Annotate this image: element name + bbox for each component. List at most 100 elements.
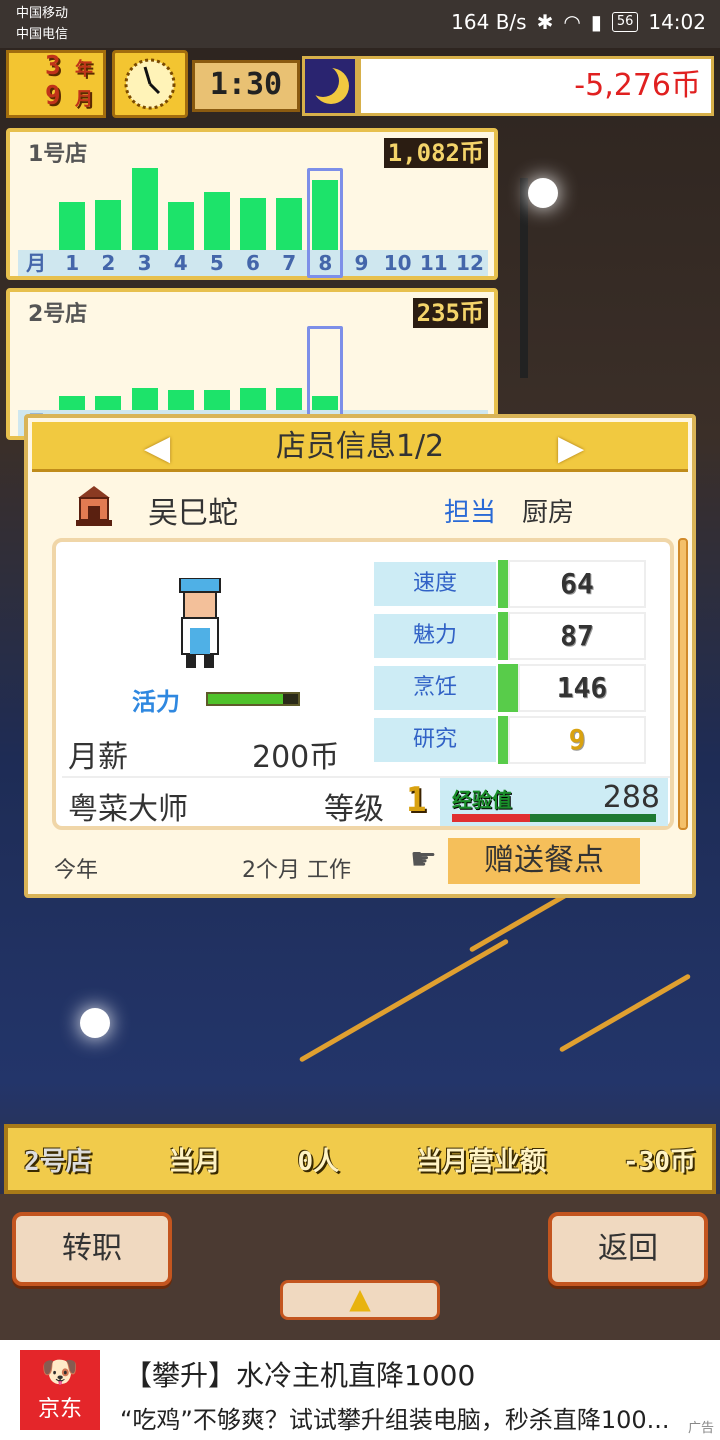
ad-tag: 广告 (687, 1421, 714, 1436)
lamp-light (80, 1008, 110, 1038)
gift-meal-button[interactable]: 赠送餐点 (448, 838, 640, 884)
chef-avatar (176, 577, 224, 670)
bluetooth-icon: ✱ (536, 10, 554, 34)
shop-icon (72, 484, 116, 528)
store-2-name: 2号店 (28, 302, 88, 327)
pointing-hand-icon: ☛ (410, 842, 437, 877)
axis-tick: 5 (209, 251, 224, 275)
sales-bar (131, 388, 158, 410)
ad-title: 【攀升】水冷主机直降1000 (124, 1359, 476, 1392)
stat-label-charm: 魅力 (372, 612, 498, 660)
game-time-box: 1:30 (192, 60, 300, 112)
clock-time: 14:02 (648, 10, 706, 34)
month-unit: 月 (75, 89, 93, 110)
exp-bar (452, 814, 656, 822)
ad-banner[interactable]: 🐶 京东 【攀升】水冷主机直降1000 “吃鸡”不够爽？试试攀升组装电脑，秒杀直… (0, 1340, 720, 1440)
exp-fill (452, 814, 530, 822)
summary-customers: 0人 (297, 1146, 340, 1177)
sales-bar (59, 396, 86, 410)
vitality-fill (208, 694, 285, 704)
sales-bar (276, 388, 303, 410)
stat-value-speed: 64 (508, 560, 646, 608)
stat-bar (498, 664, 518, 712)
work-duration: 2个月 工作 (242, 858, 351, 883)
store-1-amount: 1,082币 (383, 138, 488, 168)
employee-name: 吴巳蛇 (148, 496, 238, 531)
stat-label-research: 研究 (372, 716, 498, 764)
dog-icon: 🐶 (41, 1355, 79, 1390)
dialog-title: 店员信息1/2 (275, 429, 445, 464)
lamp-light (528, 178, 558, 208)
carrier-1: 中国移动 (16, 6, 69, 21)
floor-line (298, 938, 510, 1063)
status-bar: 中国移动 中国电信 164 B/s ✱ ◠ ▮ 56 14:02 (0, 0, 720, 48)
stat-value-research: 9 (508, 716, 646, 764)
month-value: 9 (45, 81, 61, 111)
stat-bar (498, 612, 508, 660)
salary-value: 200币 (252, 740, 340, 775)
top-hud: 3 年 9 月 1:30 -5,276币 (6, 50, 714, 120)
summary-revenue: -30币 (623, 1146, 696, 1177)
stat-value-charm: 87 (508, 612, 646, 660)
axis-tick: 10 (383, 251, 412, 275)
stat-bar (498, 560, 508, 608)
year-label: 今年 (54, 858, 99, 883)
summary-store: 2号店 (24, 1146, 92, 1177)
sales-bar (95, 396, 122, 410)
sales-bar (240, 198, 266, 250)
transfer-button[interactable]: 转职 (12, 1212, 172, 1286)
stat-label-cooking: 烹饪 (372, 664, 498, 712)
exp-value: 288 (602, 780, 660, 815)
dialog-scrollbar[interactable] (678, 538, 688, 830)
wifi-icon: ◠ (563, 10, 581, 34)
back-button[interactable]: 返回 (548, 1212, 708, 1286)
axis-tick: 2 (101, 251, 116, 275)
sales-bar (167, 390, 194, 410)
battery-icon: 56 (611, 12, 639, 32)
sales-bar (240, 388, 266, 410)
stat-label-speed: 速度 (372, 560, 498, 608)
clock-icon (112, 50, 188, 118)
axis-month-label: 月 (26, 251, 47, 275)
triangle-up-icon: ▲ (349, 1282, 371, 1315)
store-1-axis: 月 1 2 3 4 5 6 7 8 9 10 11 12 (18, 250, 488, 276)
year-value: 3 (45, 51, 61, 81)
moon-icon (302, 56, 358, 116)
stat-value-cooking: 146 (518, 664, 646, 712)
staff-info-dialog: ◀ 店员信息1/2 ▶ 吴巳蛇 担当 厨房 活力 月薪 200币 速度 64 魅… (24, 414, 696, 898)
store-summary-bar: 2号店 当月 0人 当月营业额 -30币 (4, 1124, 716, 1194)
sales-bar (276, 198, 303, 250)
summary-month-label: 当月 (168, 1146, 221, 1177)
net-speed: 164 B/s (451, 10, 527, 34)
sales-bar (203, 390, 230, 410)
next-arrow-icon[interactable]: ▶ (558, 428, 584, 468)
exp-box: 经验值 288 (440, 778, 668, 826)
signal-icon: ▮ (590, 10, 602, 34)
status-right: 164 B/s ✱ ◠ ▮ 56 14:02 (451, 10, 706, 34)
floor-line (558, 973, 692, 1053)
vitality-bar (206, 692, 300, 706)
sales-bar (95, 200, 122, 250)
lamp-post (520, 178, 528, 378)
money-display: -5,276币 (358, 56, 714, 116)
year-unit: 年 (75, 59, 93, 80)
ad-description: “吃鸡”不够爽？试试攀升组装电脑，秒杀直降100... (120, 1406, 670, 1434)
axis-tick: 7 (282, 251, 297, 275)
expand-up-button[interactable]: ▲ (280, 1280, 440, 1320)
sales-bar (131, 168, 158, 250)
level-label: 等级 (324, 792, 384, 827)
dialog-header: ◀ 店员信息1/2 ▶ (32, 422, 688, 472)
employee-detail-panel: 活力 月薪 200币 速度 64 魅力 87 烹饪 146 研究 9 粤菜大师 … (52, 538, 674, 830)
jd-logo: 🐶 京东 (20, 1350, 100, 1430)
store-2-amount: 235币 (412, 298, 488, 328)
level-value: 1 (406, 780, 427, 820)
store-1-panel[interactable]: 1号店 1,082币 月 1 2 3 4 5 6 7 8 9 10 11 12 (6, 128, 498, 280)
axis-tick: 12 (456, 251, 484, 275)
date-box: 3 年 9 月 (6, 50, 106, 118)
store-1-name: 1号店 (28, 142, 88, 167)
axis-tick: 4 (173, 251, 188, 275)
game-time: 1:30 (209, 67, 283, 102)
axis-tick: 1 (65, 251, 80, 275)
dept-label: 担当 (444, 498, 497, 528)
stat-bar (498, 716, 508, 764)
